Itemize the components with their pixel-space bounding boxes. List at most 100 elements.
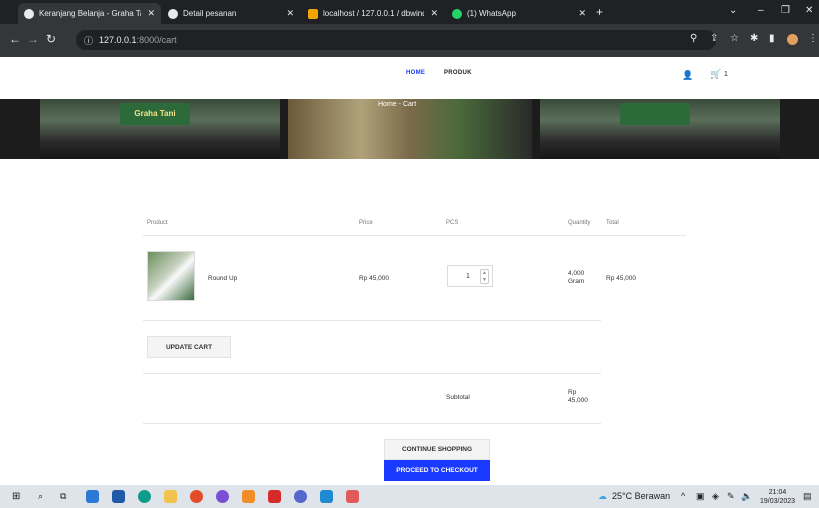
col-header-pcs: PCS <box>446 220 459 226</box>
checkout-button[interactable]: PROCEED TO CHECKOUT <box>384 460 490 481</box>
breadcrumb-current: Cart <box>402 101 417 108</box>
quantity-stepper[interactable]: 1 ▲ ▼ <box>447 265 493 287</box>
chrome-globe-icon <box>24 8 34 19</box>
clock-time: 21:04 <box>768 489 787 496</box>
continue-shopping-button[interactable]: CONTINUE SHOPPING <box>384 439 490 460</box>
share-icon[interactable]: ⇪ <box>710 33 718 44</box>
side-panel-icon[interactable]: ▮ <box>769 33 775 44</box>
shop-sign: Graha Tani <box>120 103 190 125</box>
hero-shop-image-2 <box>540 99 780 159</box>
extensions-icon[interactable]: ✱ <box>750 33 758 44</box>
chrome-globe-icon <box>168 8 178 19</box>
page-content: HOME PRODUK 👤 🛒 1 Graha Tani Home - Cart <box>0 57 819 485</box>
phpmyadmin-icon <box>308 8 318 19</box>
task-view-icon[interactable]: ⧉ <box>60 491 66 502</box>
notifications-icon[interactable]: ▤ <box>803 491 812 502</box>
store-icon[interactable] <box>112 490 125 503</box>
col-header-total: Total <box>606 220 619 226</box>
hero-banner: Graha Tani Home - Cart <box>0 99 819 159</box>
zoom-icon[interactable]: ⚲ <box>690 33 697 44</box>
window-close-icon[interactable]: ✕ <box>805 5 813 16</box>
tab-title: Keranjang Belanja - Graha Tani <box>39 9 142 18</box>
blender-icon[interactable] <box>242 490 255 503</box>
whatsapp-icon <box>452 8 462 19</box>
user-icon[interactable]: 👤 <box>682 70 693 81</box>
url-path: :8000/cart <box>136 35 177 45</box>
show-hidden-icons-chevron[interactable]: ^ <box>681 491 685 501</box>
xampp-icon[interactable] <box>346 490 359 503</box>
tab-phpmyadmin[interactable]: localhost / 127.0.0.1 / dbwinda | ✕ <box>302 3 444 24</box>
firefox-icon[interactable] <box>216 490 229 503</box>
tab-title: Detail pesanan <box>183 9 237 18</box>
breadcrumb: Home - Cart <box>378 101 416 108</box>
spinner-arrows-icon[interactable]: ▲ ▼ <box>480 269 489 284</box>
update-cart-button[interactable]: UPDATE CART <box>147 336 231 358</box>
shop-sign <box>620 103 690 125</box>
cart-icon[interactable]: 🛒 <box>710 69 721 80</box>
chrome-menu-icon[interactable]: ⋮ <box>808 33 818 44</box>
app-icon-blue[interactable] <box>294 490 307 503</box>
windows-taskbar: ⊞ ⌕ ⧉ ☁ 25°C Berawan ^ ▣ ◈ ✎ 🔈 21:04 19/… <box>0 485 819 508</box>
minimize-icon[interactable]: – <box>758 5 764 16</box>
col-header-quantity: Quantity <box>568 220 591 226</box>
site-navbar: HOME PRODUK 👤 🛒 1 <box>0 57 819 95</box>
divider <box>143 423 601 424</box>
breadcrumb-separator: - <box>398 101 401 108</box>
breadcrumb-home[interactable]: Home <box>378 101 397 108</box>
profile-avatar[interactable] <box>787 34 798 45</box>
new-tab-plus-icon[interactable]: + <box>596 5 603 19</box>
app-icon-red[interactable] <box>268 490 281 503</box>
product-name: Round Up <box>208 275 238 282</box>
tab-detail-pesanan[interactable]: Detail pesanan ✕ <box>162 3 300 24</box>
nav-home-link[interactable]: HOME <box>406 70 425 76</box>
vscode-icon[interactable] <box>320 490 333 503</box>
tab-keranjang[interactable]: Keranjang Belanja - Graha Tani ✕ <box>18 3 161 24</box>
col-header-price: Price <box>359 220 373 226</box>
quantity-value: 1 <box>466 272 470 280</box>
forward-arrow-icon[interactable]: → <box>27 32 39 46</box>
subtotal-value: Rp 45,000 <box>568 389 588 404</box>
tab-whatsapp[interactable]: (1) WhatsApp ✕ <box>446 3 592 24</box>
battery-icon: ▣ <box>696 491 705 501</box>
weather-text[interactable]: 25°C Berawan <box>612 491 670 501</box>
product-thumbnail <box>147 251 195 301</box>
close-icon[interactable]: ✕ <box>578 8 586 19</box>
app-icon-1[interactable] <box>86 490 99 503</box>
product-quantity: 4,000 Gram <box>568 270 585 285</box>
nav-produk-link[interactable]: PRODUK <box>444 70 472 76</box>
bookmark-star-icon[interactable]: ☆ <box>730 33 739 44</box>
product-total: Rp 45,000 <box>606 275 636 282</box>
close-icon[interactable]: ✕ <box>430 8 438 19</box>
browser-tab-strip: Keranjang Belanja - Graha Tani ✕ Detail … <box>0 0 819 24</box>
close-icon[interactable]: ✕ <box>286 8 294 19</box>
reload-icon[interactable]: ↻ <box>46 32 56 46</box>
hero-store-interior-image <box>288 99 532 159</box>
site-info-icon[interactable]: ⓘ <box>84 34 93 47</box>
divider <box>143 320 601 321</box>
divider <box>143 373 601 374</box>
system-clock[interactable]: 21:04 19/03/2023 <box>760 488 795 506</box>
browser-toolbar: ← → ↻ ⓘ 127.0.0.1:8000/cart ⚲ ⇪ ☆ ✱ ▮ ⋮ <box>0 24 819 57</box>
subtotal-label: Subtotal <box>446 394 470 401</box>
divider <box>143 235 686 236</box>
network-icon[interactable]: ◈ <box>712 491 719 502</box>
file-explorer-icon[interactable] <box>164 490 177 503</box>
edge-icon[interactable] <box>138 490 151 503</box>
windows-start-icon[interactable]: ⊞ <box>12 491 20 502</box>
address-bar[interactable]: ⓘ 127.0.0.1:8000/cart <box>76 30 716 50</box>
pen-icon[interactable]: ✎ <box>727 491 735 502</box>
close-icon[interactable]: ✕ <box>147 8 155 19</box>
clock-date: 19/03/2023 <box>760 498 796 505</box>
url-host: 127.0.0.1 <box>99 35 137 45</box>
col-header-product: Product <box>147 220 168 226</box>
tab-title: (1) WhatsApp <box>467 9 516 18</box>
weather-icon: ☁ <box>598 491 607 501</box>
restore-icon[interactable]: ❐ <box>781 5 790 16</box>
volume-icon[interactable]: 🔈 <box>741 491 752 502</box>
cart-count: 1 <box>724 71 728 78</box>
search-icon[interactable]: ⌕ <box>38 491 43 502</box>
chrome-icon[interactable] <box>190 490 203 503</box>
back-arrow-icon[interactable]: ← <box>9 32 21 46</box>
tab-title: localhost / 127.0.0.1 / dbwinda | <box>323 9 425 18</box>
tab-search-chevron-icon[interactable]: ⌄ <box>729 5 737 16</box>
